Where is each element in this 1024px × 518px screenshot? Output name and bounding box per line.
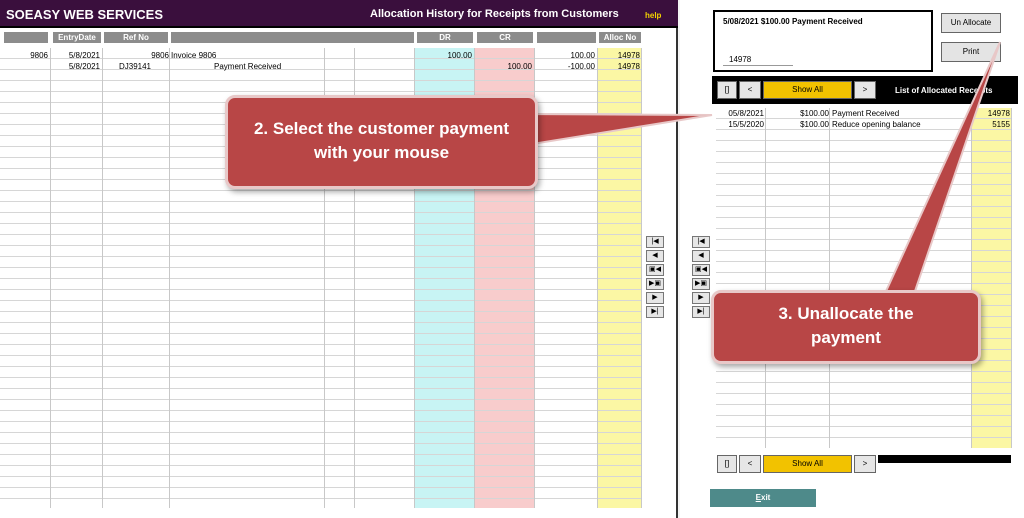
prev-page-button[interactable]: < (739, 81, 761, 99)
callout-unallocate: 3. Unallocate the payment (711, 290, 981, 364)
title-bar: SOEASY WEB SERVICES Allocation History f… (0, 0, 678, 28)
column-allocno (972, 108, 1012, 448)
status-bar (878, 455, 1011, 463)
new-record-after-button[interactable]: ▶▣ (692, 278, 710, 290)
company-name: SOEASY WEB SERVICES (6, 7, 164, 22)
row-date: 05/8/2021 (728, 109, 764, 118)
row-ref-num: 9806 (151, 51, 169, 60)
col-header-allocno[interactable]: Alloc No (599, 32, 641, 43)
row-alloc: 14978 (617, 51, 640, 60)
col-header-id (4, 32, 48, 43)
table-row[interactable]: 05/8/2021 $100.00 Payment Received 14978 (716, 108, 1012, 119)
table-row[interactable]: 9806 5/8/2021 9806 Invoice 9806 100.00 1… (0, 50, 642, 61)
show-all-button[interactable]: Show All (763, 455, 852, 473)
row-desc: Payment Received (832, 109, 900, 118)
column-desc (830, 108, 972, 448)
first-page-button[interactable]: [] (717, 455, 737, 473)
first-page-button[interactable]: [] (717, 81, 737, 99)
row-amount: $100.00 (800, 109, 829, 118)
first-record-button[interactable]: |◀ (692, 236, 710, 248)
first-record-button[interactable]: |◀ (646, 236, 664, 248)
row-amount: $100.00 (800, 120, 829, 129)
col-header-entrydate[interactable]: EntryDate (53, 32, 101, 43)
new-record-after-button[interactable]: ▶▣ (646, 278, 664, 290)
row-alloc: 14978 (987, 109, 1010, 118)
col-header-refno[interactable]: Ref No (104, 32, 168, 43)
column-allocno (598, 48, 642, 508)
col-header-balance (537, 32, 596, 43)
row-dr: 100.00 (447, 51, 472, 60)
column-date (716, 108, 766, 448)
column-ref (103, 48, 170, 508)
allocated-receipts-table: 05/8/2021 $100.00 Payment Received 14978… (716, 108, 1012, 448)
row-dr (415, 61, 472, 72)
row-alloc: 5155 (992, 120, 1010, 129)
column-id (0, 48, 51, 508)
col-header-cr[interactable]: CR (477, 32, 533, 43)
next-page-button[interactable]: > (854, 81, 876, 99)
next-page-button[interactable]: > (854, 455, 876, 473)
next-record-button[interactable]: ▶ (646, 292, 664, 304)
row-cr (475, 50, 532, 61)
row-ref-desc: Invoice 9806 (171, 51, 217, 60)
previous-record-button[interactable]: ◀ (646, 250, 664, 262)
row-ref-desc: Payment Received (214, 62, 282, 71)
unallocate-button[interactable]: Un Allocate (941, 13, 1001, 33)
exit-label: xit (761, 493, 771, 502)
col-header-dr[interactable]: DR (417, 32, 473, 43)
row-id: 9806 (30, 51, 48, 60)
show-all-button[interactable]: Show All (763, 81, 852, 99)
help-link[interactable]: help (645, 11, 661, 20)
callout-select-payment: 2. Select the customer payment with your… (225, 95, 538, 189)
row-cr: 100.00 (507, 62, 532, 71)
column-date (51, 48, 103, 508)
row-desc: Reduce opening balance (832, 120, 921, 129)
col-header-desc (171, 32, 414, 43)
receipt-detail-box: 5/08/2021 $100.00 Payment Received 14978 (713, 10, 933, 72)
row-date: 15/5/2020 (728, 120, 764, 129)
last-record-button[interactable]: ▶| (646, 306, 664, 318)
receipt-detail-text: 5/08/2021 $100.00 Payment Received (723, 17, 863, 26)
list-title: List of Allocated Receipts (895, 86, 993, 95)
page-title: Allocation History for Receipts from Cus… (370, 8, 619, 20)
column-balance (535, 48, 598, 508)
new-record-before-button[interactable]: ▣◀ (646, 264, 664, 276)
last-record-button[interactable]: ▶| (692, 306, 710, 318)
row-ref-num: DJ39141 (118, 62, 151, 71)
print-button[interactable]: Print (941, 42, 1001, 62)
row-id (0, 61, 48, 72)
new-record-before-button[interactable]: ▣◀ (692, 264, 710, 276)
previous-record-button[interactable]: ◀ (692, 250, 710, 262)
table-row[interactable]: 15/5/2020 $100.00 Reduce opening balance… (716, 119, 1012, 130)
row-balance: -100.00 (567, 62, 595, 71)
row-alloc: 14978 (617, 62, 640, 71)
table-row[interactable]: 5/8/2021 DJ39141 Payment Received 100.00… (0, 61, 642, 72)
alloc-no-field[interactable]: 14978 (723, 54, 793, 66)
exit-button[interactable]: Exit (710, 489, 816, 507)
column-amount (766, 108, 830, 448)
next-record-button[interactable]: ▶ (692, 292, 710, 304)
row-date: 5/8/2021 (68, 51, 100, 60)
prev-page-button[interactable]: < (739, 455, 761, 473)
row-balance: 100.00 (570, 51, 595, 60)
row-date: 5/8/2021 (68, 62, 100, 71)
